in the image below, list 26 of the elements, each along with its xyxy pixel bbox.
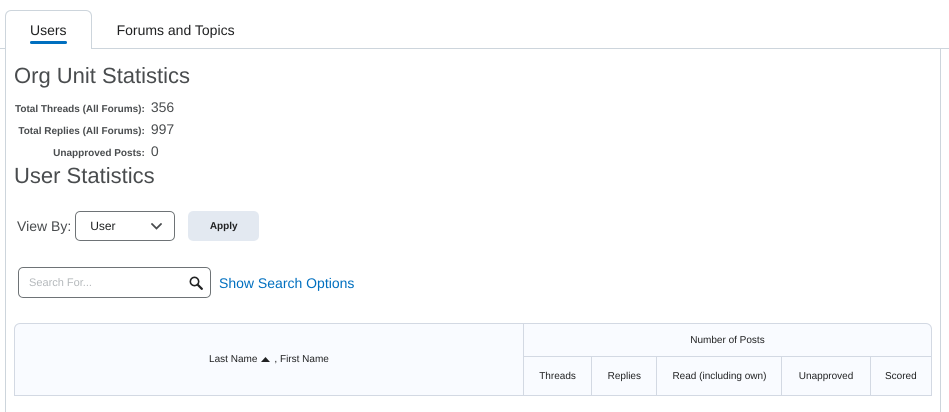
column-header: Unapproved bbox=[798, 370, 854, 382]
stat-label: Total Threads (All Forums): bbox=[15, 104, 145, 115]
section-heading: Org Unit Statistics bbox=[14, 63, 190, 89]
column-header: Threads bbox=[539, 370, 576, 382]
stat-label: Total Replies (All Forums): bbox=[17, 126, 145, 137]
apply-button[interactable]: Apply bbox=[188, 211, 260, 241]
search-icon[interactable] bbox=[189, 276, 203, 290]
chevron-down-icon bbox=[151, 222, 162, 230]
column-header[interactable]: Last Name bbox=[209, 354, 258, 365]
stat-value: 0 bbox=[150, 143, 160, 159]
section-heading: User Statistics bbox=[14, 163, 155, 189]
view-by-label: View By: bbox=[17, 218, 72, 234]
tab[interactable]: Forums and Topics bbox=[92, 10, 260, 49]
tab[interactable]: Users bbox=[5, 10, 92, 49]
stat-label: Unapproved Posts: bbox=[52, 148, 145, 159]
column-group-header: Number of Posts bbox=[690, 334, 765, 346]
column-header: Replies bbox=[608, 370, 641, 382]
search-field[interactable]: Search For... bbox=[18, 267, 211, 298]
column-header: Scored bbox=[884, 370, 917, 382]
search-options-link[interactable]: Show Search Options bbox=[219, 274, 354, 290]
stat-value: 356 bbox=[150, 99, 174, 115]
sort-arrow-icon[interactable] bbox=[261, 357, 270, 362]
column-header[interactable]: , First Name bbox=[274, 354, 329, 365]
stat-value: 997 bbox=[150, 121, 174, 137]
column-header: Read (including own) bbox=[672, 370, 766, 382]
view-by-dropdown[interactable]: User bbox=[75, 211, 176, 241]
